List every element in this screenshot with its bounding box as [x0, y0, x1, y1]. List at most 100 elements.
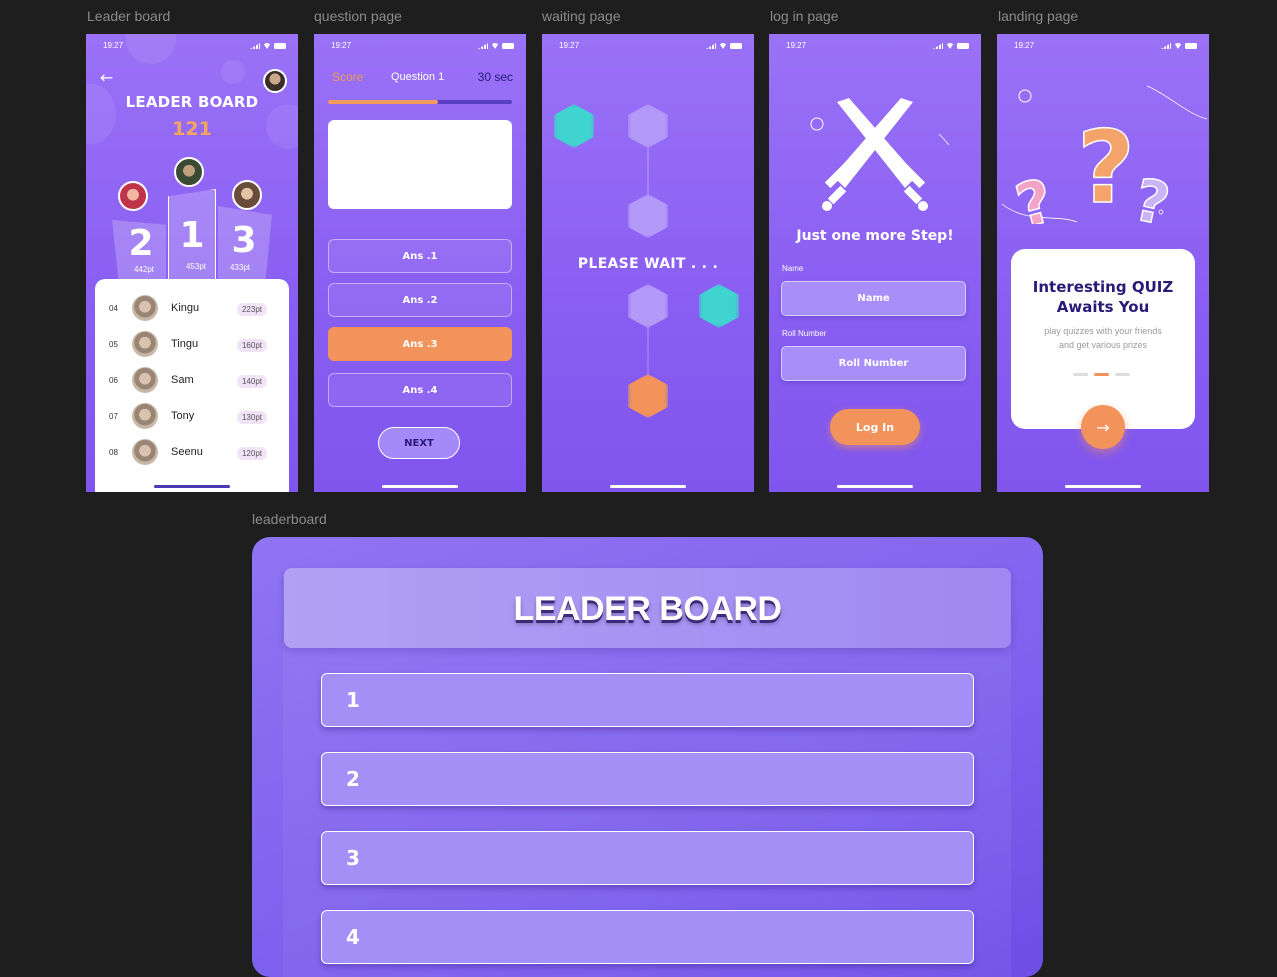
podium-rank-2: 2	[128, 223, 154, 264]
waiting-message: PLEASE WAIT . . .	[577, 256, 719, 272]
progress-fill	[328, 100, 439, 104]
signal-icon	[250, 43, 260, 49]
question-progress-bar	[328, 100, 512, 104]
signal-icon	[933, 43, 943, 49]
name-field[interactable]: Name	[781, 281, 966, 316]
hexagon-node	[699, 284, 739, 328]
hexagon-node	[628, 284, 668, 328]
timer: 30 sec	[477, 70, 513, 84]
row-points-badge: 120pt	[236, 447, 267, 460]
avatar	[132, 367, 158, 393]
row-rank: 05	[109, 340, 118, 349]
board-row-rank: 1	[346, 688, 360, 712]
frame-label-leaderboard-web: leaderboard	[252, 511, 327, 527]
avatar[interactable]	[263, 69, 287, 93]
answer-option-2[interactable]: Ans .2	[328, 283, 512, 317]
page-dot-active[interactable]	[1094, 373, 1109, 376]
back-arrow-icon[interactable]: ←	[100, 68, 113, 87]
status-bar: 19:27	[1014, 41, 1197, 53]
login-headline: Just one more Step!	[796, 228, 954, 244]
intro-card: Interesting QUIZ Awaits You play quizzes …	[1011, 249, 1195, 429]
leaderboard-screen: 19:27 ← LEADER BOARD 121 2 1 3 442pt 453…	[86, 34, 298, 492]
wifi-icon	[263, 43, 271, 49]
wifi-icon	[719, 43, 727, 49]
podium-avatar-1	[174, 157, 204, 187]
intro-subtitle: play quizzes with your friends and get va…	[1011, 324, 1195, 352]
status-time: 19:27	[786, 41, 807, 50]
podium-avatar-2	[118, 181, 148, 211]
wifi-icon	[1174, 43, 1182, 49]
home-indicator	[1065, 485, 1141, 488]
roll-number-label: Roll Number	[782, 329, 827, 338]
crossed-swords-icon	[810, 98, 949, 211]
page-dot[interactable]	[1073, 373, 1088, 376]
battery-icon	[274, 43, 286, 49]
row-points-badge: 160pt	[236, 339, 267, 352]
hexagon-node	[628, 374, 668, 418]
question-marks-illustration: ? ? ?	[1001, 85, 1208, 224]
podium-points-3: 433pt	[229, 263, 251, 272]
next-button[interactable]: NEXT	[378, 427, 460, 459]
page-dot[interactable]	[1115, 373, 1130, 376]
status-bar: 19:27	[786, 41, 969, 53]
row-rank: 06	[109, 376, 118, 385]
battery-icon	[502, 43, 514, 49]
intro-title: Interesting QUIZ Awaits You	[1011, 277, 1195, 317]
board-row-rank: 4	[346, 925, 360, 949]
row-name: Kingu	[171, 302, 200, 314]
podium-points-1: 453pt	[185, 262, 207, 271]
podium-points-2: 442pt	[133, 265, 155, 274]
board-row[interactable]: 1	[321, 673, 974, 727]
page-indicator	[1073, 373, 1130, 376]
user-score: 121	[172, 118, 212, 140]
row-name: Seenu	[171, 446, 203, 458]
status-bar: 19:27	[103, 41, 286, 53]
status-time: 19:27	[559, 41, 580, 50]
row-points-badge: 140pt	[236, 375, 267, 388]
page-title: LEADER BOARD	[125, 93, 259, 111]
list-item[interactable]: 08 Seenu 120pt	[95, 437, 289, 467]
signal-icon	[478, 43, 488, 49]
status-time: 19:27	[331, 41, 352, 50]
list-item[interactable]: 06 Sam 140pt	[95, 365, 289, 395]
board-title: LEADER BOARD	[513, 590, 782, 628]
svg-text:?: ?	[1077, 109, 1135, 224]
status-time: 19:27	[1014, 41, 1035, 50]
signal-icon	[1161, 43, 1171, 49]
list-item[interactable]: 04 Kingu 223pt	[95, 293, 289, 323]
signal-icon	[706, 43, 716, 49]
waiting-screen: 19:27 PLEASE WAIT . . .	[542, 34, 754, 492]
status-time: 19:27	[103, 41, 124, 50]
home-indicator	[610, 485, 686, 488]
list-item[interactable]: 07 Tony 130pt	[95, 401, 289, 431]
row-points-badge: 223pt	[236, 303, 267, 316]
frame-label-landing: landing page	[998, 8, 1079, 24]
row-rank: 04	[109, 304, 118, 313]
board-row[interactable]: 3	[321, 831, 974, 885]
answer-option-1[interactable]: Ans .1	[328, 239, 512, 273]
question-number: Question 1	[391, 71, 445, 83]
landing-screen: 19:27 ? ? ? Interesting QUIZ Awaits You p…	[997, 34, 1209, 492]
frame-label-leaderboard: Leader board	[87, 8, 171, 24]
home-indicator	[382, 485, 458, 488]
avatar	[132, 439, 158, 465]
login-button[interactable]: Log In	[830, 409, 920, 445]
board-row[interactable]: 4	[321, 910, 974, 964]
avatar	[132, 295, 158, 321]
avatar	[132, 331, 158, 357]
board-header: LEADER BOARD	[284, 568, 1011, 648]
svg-text:?: ?	[1128, 165, 1175, 224]
podium-avatar-3	[232, 180, 262, 210]
row-name: Tingu	[171, 338, 199, 350]
board-row[interactable]: 2	[321, 752, 974, 806]
board-row-rank: 3	[346, 846, 360, 870]
battery-icon	[1185, 43, 1197, 49]
answer-option-4[interactable]: Ans .4	[328, 373, 512, 407]
home-indicator	[837, 485, 913, 488]
arrow-right-icon[interactable]: →	[1081, 405, 1125, 449]
ranking-list: 04 Kingu 223pt 05 Tingu 160pt 06 Sam 140…	[95, 279, 289, 492]
status-bar: 19:27	[331, 41, 514, 53]
answer-option-3[interactable]: Ans .3	[328, 327, 512, 361]
roll-number-field[interactable]: Roll Number	[781, 346, 966, 381]
list-item[interactable]: 05 Tingu 160pt	[95, 329, 289, 359]
